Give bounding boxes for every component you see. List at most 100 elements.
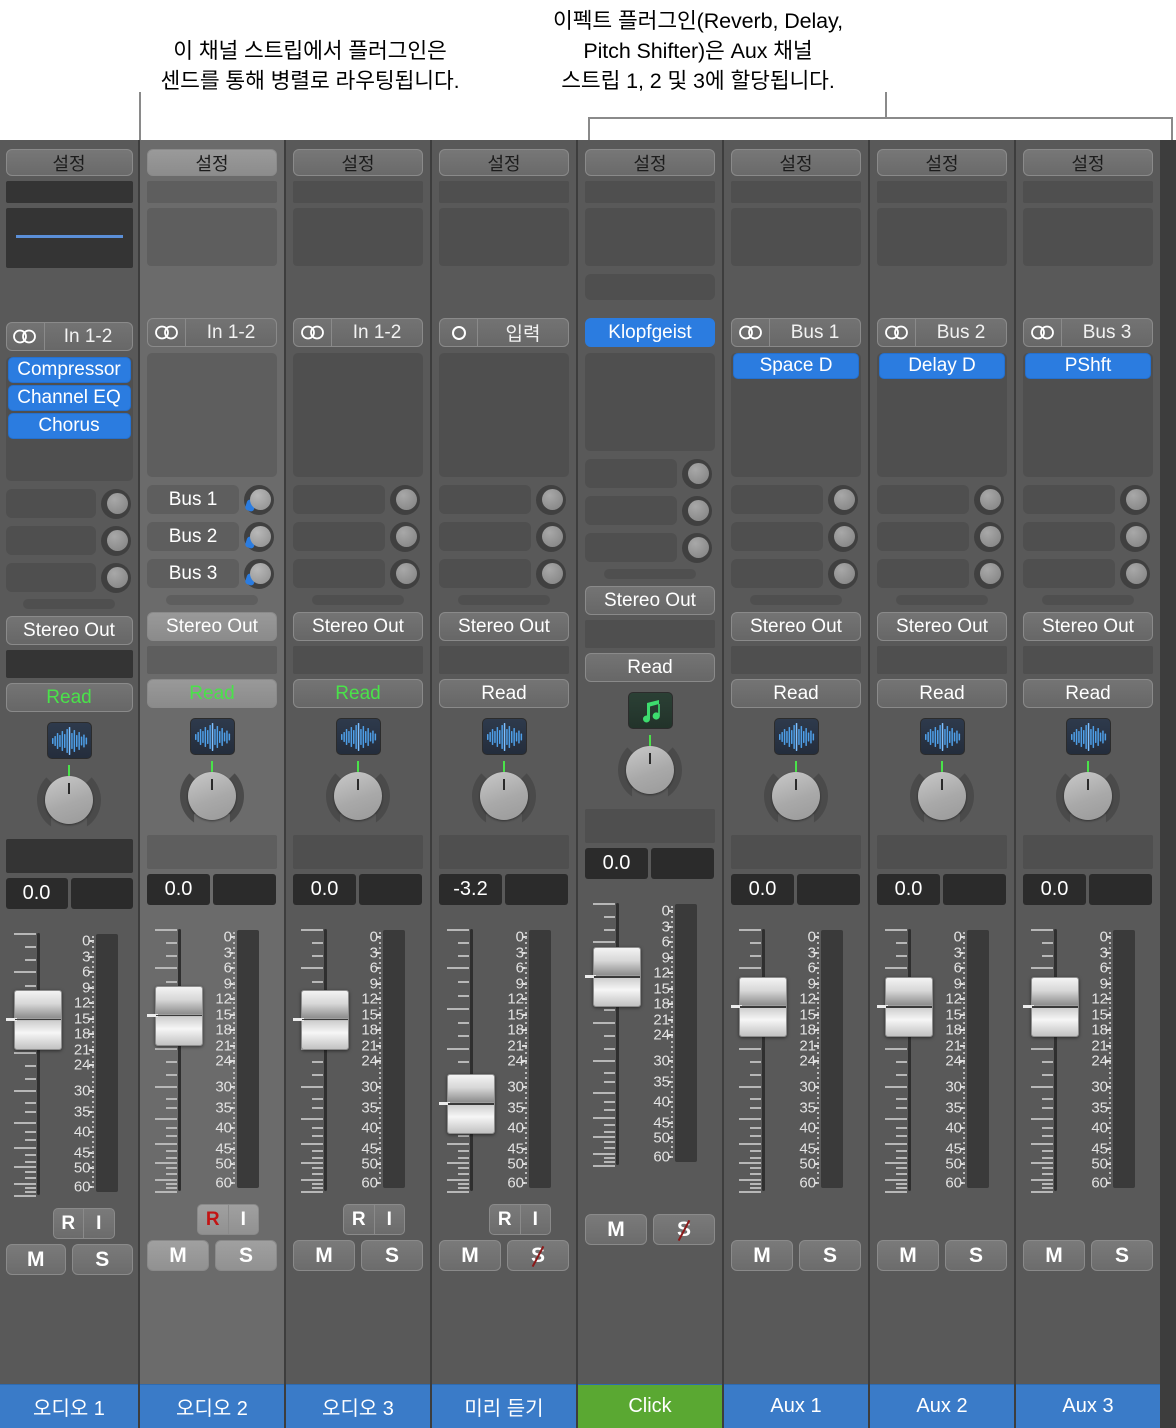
record-row[interactable]: RI <box>439 1204 569 1235</box>
channel-format-button[interactable] <box>294 319 332 346</box>
eq-thumbnail-display[interactable] <box>877 208 1007 266</box>
record-row[interactable]: RI <box>293 1204 423 1235</box>
volume-fader-handle[interactable] <box>14 990 62 1050</box>
insert-slot-2[interactable]: Channel EQ <box>8 385 131 411</box>
fader-meter-area[interactable]: 03691215182124303540455060 <box>147 923 277 1201</box>
send-row-3[interactable] <box>731 557 861 590</box>
channel-format-button[interactable] <box>148 319 186 346</box>
input-slot[interactable]: 입력 <box>439 318 569 347</box>
audio-waveform-icon[interactable] <box>920 718 965 755</box>
insert-slots[interactable]: CompressorChannel EQChorus <box>6 357 133 481</box>
send-level-knob-1[interactable] <box>682 459 712 489</box>
send-level-knob-3[interactable] <box>682 533 712 563</box>
mute-solo-row[interactable]: MS <box>147 1240 277 1271</box>
send-destination-3[interactable] <box>731 559 823 588</box>
send-row-3[interactable] <box>877 557 1007 590</box>
insert-slots[interactable] <box>147 353 277 477</box>
send-destination-3[interactable] <box>877 559 969 588</box>
input-slot[interactable]: In 1-2 <box>6 322 133 351</box>
volume-value[interactable]: 0.0 <box>147 874 210 905</box>
record-enable-button[interactable]: R <box>490 1205 521 1234</box>
pan-knob[interactable] <box>180 764 244 828</box>
instrument-slot[interactable] <box>585 274 715 300</box>
group-slot[interactable] <box>585 620 715 648</box>
volume-value[interactable]: 0.0 <box>293 874 356 905</box>
send-destination-2[interactable] <box>439 522 531 551</box>
fader-meter-area[interactable]: 03691215182124303540455060 <box>6 927 133 1205</box>
fader-meter-area[interactable]: 03691215182124303540455060 <box>731 923 861 1201</box>
send-destination-3[interactable] <box>1023 559 1115 588</box>
pan-knob[interactable] <box>37 768 101 832</box>
send-row-3[interactable] <box>293 557 423 590</box>
channel-name-plate[interactable]: 오디오 2 <box>140 1384 284 1428</box>
output-slot[interactable]: Stereo Out <box>6 616 133 645</box>
audio-waveform-icon[interactable] <box>482 718 527 755</box>
send-level-knob-2[interactable] <box>536 522 566 552</box>
send-level-knob-3[interactable] <box>974 559 1004 589</box>
send-destination-1[interactable] <box>293 485 385 514</box>
record-input-group[interactable]: RI <box>197 1204 259 1235</box>
mute-button[interactable]: M <box>147 1240 209 1271</box>
send-row-1[interactable] <box>439 483 569 516</box>
audio-waveform-icon[interactable] <box>47 722 92 759</box>
peak-value[interactable]: . <box>505 874 568 905</box>
insert-slot-1[interactable]: Compressor <box>8 357 131 383</box>
input-monitor-button[interactable]: I <box>84 1209 114 1238</box>
fader-track[interactable] <box>616 903 619 1165</box>
send-destination-1[interactable] <box>585 459 677 488</box>
send-slots[interactable] <box>293 483 423 605</box>
channel-name-plate[interactable]: 오디오 3 <box>286 1384 430 1428</box>
send-level-knob-1[interactable] <box>101 489 131 519</box>
send-destination-3[interactable]: Bus 3 <box>147 559 239 588</box>
channel-format-button[interactable] <box>1024 319 1062 346</box>
send-level-knob-3[interactable] <box>828 559 858 589</box>
send-level-knob-1[interactable] <box>390 485 420 515</box>
mute-button[interactable]: M <box>293 1240 355 1271</box>
channel-name-plate[interactable]: Aux 3 <box>1016 1384 1160 1428</box>
audio-waveform-icon[interactable] <box>774 718 819 755</box>
channel-strip-7[interactable]: 설정Bus 2Delay DStereo OutRead0.0.03691215… <box>870 140 1016 1428</box>
fader-meter-area[interactable]: 03691215182124303540455060 <box>1023 923 1153 1201</box>
solo-button[interactable]: S <box>799 1240 861 1271</box>
insert-slots[interactable]: PShft <box>1023 353 1153 477</box>
output-slot[interactable]: Stereo Out <box>293 612 423 641</box>
send-row-2[interactable] <box>1023 520 1153 553</box>
automation-mode-button[interactable]: Read <box>585 653 715 682</box>
volume-value[interactable]: 0.0 <box>1023 874 1086 905</box>
automation-mode-button[interactable]: Read <box>293 679 423 708</box>
record-enable-button[interactable]: R <box>198 1205 229 1234</box>
input-slot[interactable]: In 1-2 <box>293 318 423 347</box>
insert-slot-1[interactable]: Space D <box>733 353 859 379</box>
fader-meter-area[interactable]: 03691215182124303540455060 <box>585 897 715 1175</box>
mute-button[interactable]: M <box>1023 1240 1085 1271</box>
mute-solo-row[interactable]: MS <box>877 1240 1007 1271</box>
send-destination-1[interactable]: Bus 1 <box>147 485 239 514</box>
input-monitor-button[interactable]: I <box>229 1205 259 1234</box>
eq-thumbnail-display[interactable] <box>439 208 569 266</box>
input-monitor-button[interactable]: I <box>521 1205 551 1234</box>
fader-meter-area[interactable]: 03691215182124303540455060 <box>439 923 569 1201</box>
send-row-2[interactable] <box>6 524 133 557</box>
channel-strip-6[interactable]: 설정Bus 1Space DStereo OutRead0.0.03691215… <box>724 140 870 1428</box>
record-input-group[interactable]: RI <box>489 1204 551 1235</box>
peak-value[interactable]: . <box>1089 874 1152 905</box>
audio-waveform-icon[interactable] <box>190 718 235 755</box>
pan-knob[interactable] <box>326 764 390 828</box>
send-row-3[interactable] <box>585 531 715 564</box>
mute-solo-row[interactable]: MS <box>585 1214 715 1245</box>
send-row-1[interactable] <box>585 457 715 490</box>
eq-thumbnail-display[interactable] <box>1023 208 1153 266</box>
volume-fader-handle[interactable] <box>155 986 203 1046</box>
settings-button[interactable]: 설정 <box>1023 149 1153 176</box>
fader-meter-area[interactable]: 03691215182124303540455060 <box>293 923 423 1201</box>
fader-track[interactable] <box>178 929 181 1191</box>
send-level-knob-2[interactable] <box>1120 522 1150 552</box>
mute-button[interactable]: M <box>877 1240 939 1271</box>
settings-button[interactable]: 설정 <box>877 149 1007 176</box>
record-enable-button[interactable]: R <box>54 1209 85 1238</box>
music-note-icon[interactable] <box>628 692 673 729</box>
channel-format-button[interactable] <box>7 323 45 350</box>
settings-button[interactable]: 설정 <box>293 149 423 176</box>
pan-knob[interactable] <box>472 764 536 828</box>
pan-knob[interactable] <box>1056 764 1120 828</box>
